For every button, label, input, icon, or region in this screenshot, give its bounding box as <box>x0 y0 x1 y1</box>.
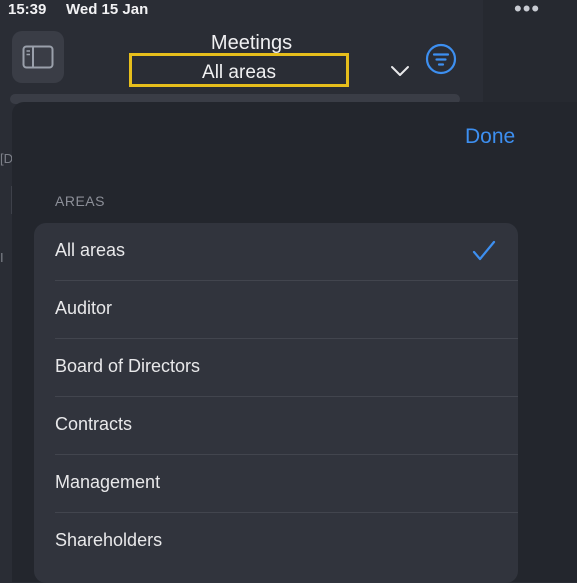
filter-icon[interactable] <box>425 43 457 75</box>
area-item-label: Shareholders <box>55 530 163 550</box>
area-item-management[interactable]: Management <box>34 455 518 513</box>
area-item-label: Contracts <box>55 414 133 434</box>
area-item-all-areas[interactable]: All areas <box>34 223 518 281</box>
done-button[interactable]: Done <box>465 125 515 149</box>
area-item-contracts[interactable]: Contracts <box>34 397 518 455</box>
area-item-board-of-directors[interactable]: Board of Directors <box>34 339 518 397</box>
section-header: AREAS <box>55 193 105 209</box>
area-item-label: Board of Directors <box>55 356 201 376</box>
background-text-fragment: I <box>0 250 4 265</box>
area-item-label: Management <box>55 472 161 492</box>
area-selector[interactable]: All areas <box>129 53 349 87</box>
more-options-icon[interactable]: ••• <box>514 0 540 22</box>
chevron-down-icon[interactable] <box>390 64 410 78</box>
status-time: 15:39 <box>8 1 47 18</box>
areas-list: All areas Auditor Board of Directors Con… <box>34 223 518 583</box>
area-item-label: Auditor <box>55 298 113 318</box>
area-item-auditor[interactable]: Auditor <box>34 281 518 339</box>
area-item-shareholders[interactable]: Shareholders <box>34 513 518 571</box>
area-item-label: All areas <box>55 240 126 260</box>
status-date: Wed 15 Jan <box>66 1 149 18</box>
checkmark-icon <box>472 240 496 261</box>
area-selector-label: All areas <box>202 62 276 83</box>
